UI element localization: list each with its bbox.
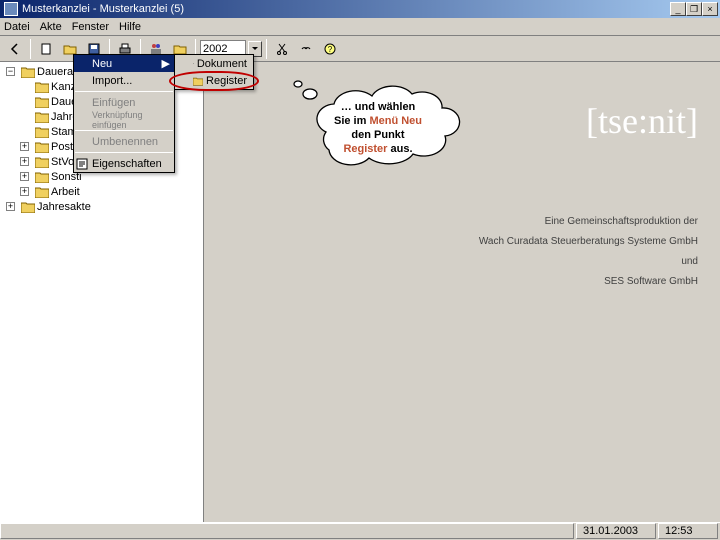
- menu-akte[interactable]: Akte: [40, 21, 62, 33]
- tree-item-last[interactable]: +Jahresakte: [2, 199, 201, 214]
- menu-datei[interactable]: Datei: [4, 21, 30, 33]
- menu-item-eigenschaften[interactable]: Eigenschaften: [74, 155, 174, 172]
- submenu-item-label: Dokument: [197, 58, 247, 70]
- tree-item[interactable]: +Arbeit: [2, 184, 201, 199]
- toolbar-back-button[interactable]: [4, 39, 26, 59]
- folder-icon: [35, 126, 49, 138]
- folder-icon: [21, 66, 35, 78]
- menu-item-umbenennen: Umbenennen: [74, 133, 174, 150]
- folder-icon: [35, 111, 49, 123]
- properties-icon: [76, 158, 88, 170]
- app-icon: [4, 2, 18, 16]
- svg-text:?: ?: [328, 45, 333, 54]
- status-time: 12:53: [658, 523, 718, 539]
- toolbar-separator: [30, 39, 31, 59]
- toolbar-help-button[interactable]: ?: [319, 39, 341, 59]
- expand-icon[interactable]: +: [20, 172, 29, 181]
- credits: Eine Gemeinschaftsproduktion der Wach Cu…: [479, 212, 698, 292]
- credits-line: Wach Curadata Steuerberatungs Systeme Gm…: [479, 232, 698, 252]
- credits-line: SES Software GmbH: [479, 272, 698, 292]
- title-bar: Musterkanzlei - Musterkanzlei (5) _ ❐ ×: [0, 0, 720, 18]
- submenu-item-register[interactable]: Register: [175, 72, 253, 89]
- callout-line: Sie im: [334, 115, 369, 127]
- folder-icon: [35, 156, 49, 168]
- status-bar: 31.01.2003 12:53: [0, 522, 720, 540]
- submenu-item-label: Register: [206, 75, 247, 87]
- menu-item-label: Import...: [92, 75, 132, 87]
- year-value: 2002: [203, 43, 227, 55]
- menu-item-neu[interactable]: Neu ▶: [74, 55, 174, 72]
- menu-separator: [75, 152, 173, 153]
- folder-icon: [35, 81, 49, 93]
- menu-hilfe[interactable]: Hilfe: [119, 21, 141, 33]
- credits-line: und: [479, 252, 698, 272]
- document-icon: [193, 58, 194, 70]
- callout-highlight: Register: [343, 143, 387, 155]
- toolbar-separator: [266, 39, 267, 59]
- folder-icon: [35, 186, 49, 198]
- submenu-item-dokument[interactable]: Dokument: [175, 55, 253, 72]
- expand-icon[interactable]: +: [6, 202, 15, 211]
- menu-item-label: Umbenennen: [92, 136, 158, 148]
- register-icon: [193, 75, 203, 87]
- callout-line: den Punkt: [351, 129, 404, 141]
- credits-line: Eine Gemeinschaftsproduktion der: [479, 212, 698, 232]
- window-title: Musterkanzlei - Musterkanzlei (5): [22, 3, 184, 15]
- toolbar-cut-button[interactable]: [271, 39, 293, 59]
- context-menu: Neu ▶ Import... Einfügen Verknüpfung ein…: [73, 54, 175, 173]
- menu-item-label: Eigenschaften: [92, 158, 162, 170]
- toolbar-link-button[interactable]: [295, 39, 317, 59]
- folder-icon: [35, 171, 49, 183]
- submenu-neu: Dokument Register: [174, 54, 254, 90]
- minimize-button[interactable]: _: [670, 2, 686, 16]
- logo: [tse:nit]: [586, 100, 698, 142]
- submenu-arrow-icon: ▶: [162, 57, 170, 70]
- status-date: 31.01.2003: [576, 523, 656, 539]
- folder-icon: [35, 141, 49, 153]
- maximize-button[interactable]: ❐: [686, 2, 702, 16]
- expand-icon[interactable]: +: [20, 142, 29, 151]
- expand-icon[interactable]: +: [20, 157, 29, 166]
- menu-separator: [75, 130, 173, 131]
- menu-item-einfuegen: Einfügen: [74, 94, 174, 111]
- collapse-icon[interactable]: −: [6, 67, 15, 76]
- menu-item-label: Einfügen: [92, 97, 135, 109]
- close-button[interactable]: ×: [702, 2, 718, 16]
- callout-cloud: … und wählen Sie im Menü Neu den Punkt R…: [288, 74, 452, 168]
- callout-line: aus.: [387, 143, 412, 155]
- menu-item-verknuepfung: Verknüpfung einfügen: [74, 111, 174, 128]
- menu-item-label: Neu: [92, 58, 112, 70]
- callout-highlight: Menü Neu: [369, 115, 422, 127]
- menu-separator: [75, 91, 173, 92]
- menu-item-label: Verknüpfung einfügen: [92, 110, 160, 130]
- toolbar-new-button[interactable]: [35, 39, 57, 59]
- folder-icon: [35, 96, 49, 108]
- menu-item-import[interactable]: Import...: [74, 72, 174, 89]
- menu-fenster[interactable]: Fenster: [72, 21, 109, 33]
- folder-icon: [21, 201, 35, 213]
- status-cell-main: [0, 523, 574, 539]
- expand-icon[interactable]: +: [20, 187, 29, 196]
- menu-bar: Datei Akte Fenster Hilfe: [0, 18, 720, 36]
- callout-line: … und wählen: [341, 101, 416, 113]
